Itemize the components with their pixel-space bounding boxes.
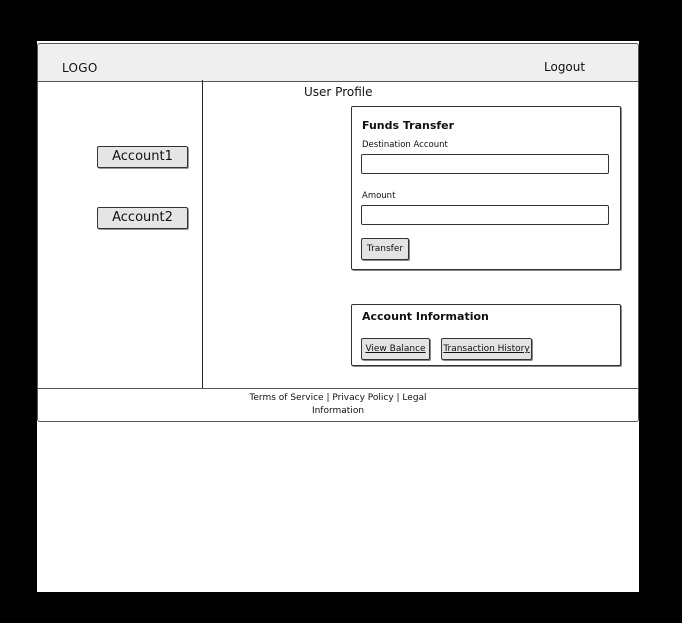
footer-links: Terms of Service | Privacy Policy | Lega… [248,392,428,418]
logo: LOGO [62,61,98,75]
page: LOGO Logout Account1 Account2 User Profi… [37,41,639,592]
footer-line-2[interactable]: Information [248,405,428,418]
amount-input[interactable] [361,205,609,225]
account-information-panel: Account Information View Balance Transac… [351,304,621,366]
header-bar: LOGO Logout [37,43,639,82]
account2-button[interactable]: Account2 [97,207,188,229]
footer-line-1[interactable]: Terms of Service | Privacy Policy | Lega… [248,392,428,405]
account-information-title: Account Information [362,310,489,323]
sidebar: Account1 Account2 [37,80,203,389]
funds-transfer-title: Funds Transfer [362,119,455,132]
account1-button[interactable]: Account1 [97,146,188,168]
view-balance-button[interactable]: View Balance [361,338,430,360]
destination-account-input[interactable] [361,154,609,174]
transaction-history-button[interactable]: Transaction History [441,338,532,360]
logout-link[interactable]: Logout [544,60,585,74]
transfer-button[interactable]: Transfer [361,238,409,260]
funds-transfer-panel: Funds Transfer Destination Account Amoun… [351,106,621,270]
footer: Terms of Service | Privacy Policy | Lega… [37,388,639,422]
main-content: User Profile Funds Transfer Destination … [203,80,639,389]
destination-account-label: Destination Account [362,140,448,150]
amount-label: Amount [362,191,396,201]
page-title: User Profile [304,85,373,99]
